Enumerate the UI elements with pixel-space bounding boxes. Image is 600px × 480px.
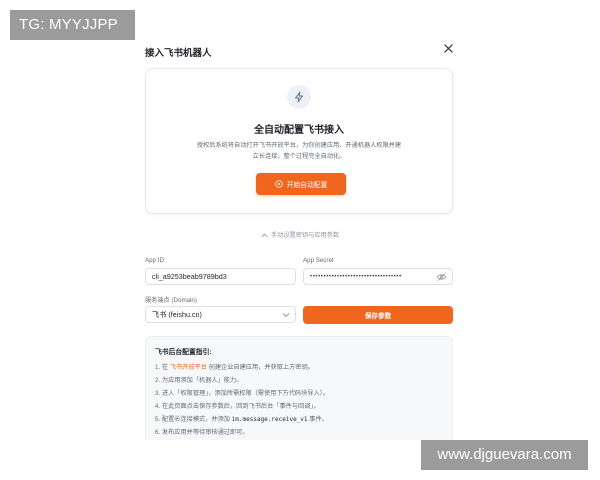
domain-select[interactable]: 飞书 (feishu.cn)	[145, 306, 296, 323]
guide-step-2: 2. 为应用添加「机器人」能力。	[155, 377, 243, 384]
guide-step-6: 6. 发布应用并等待审核通过即可。	[155, 429, 249, 436]
play-circle-icon	[274, 180, 283, 188]
auto-config-desc-line2: 立长连接，整个过程完全自动化。	[252, 153, 346, 160]
guide-step-3: 3. 进入「权限管理」，添加所需权限（需使用下方代码块导入）。	[155, 390, 329, 397]
connect-feishu-dialog: 接入飞书机器人 全自动配置飞书接入 授权后系统将自动打开飞书开放平台，为你创建应…	[140, 40, 460, 440]
auto-config-card: 全自动配置飞书接入 授权后系统将自动打开飞书开放平台，为你创建应用、开通机器人权…	[145, 68, 453, 214]
app-id-label: App ID	[145, 257, 164, 264]
auto-config-title: 全自动配置飞书接入	[254, 125, 344, 136]
start-auto-config-button[interactable]: 开始自动配置	[256, 173, 346, 195]
feishu-open-platform-link[interactable]: 飞书开放平台	[170, 364, 207, 371]
guide-step-4: 4. 在此页面点击保存参数后，回到飞书后台「事件与回调」。	[155, 403, 320, 410]
guide-step-5: 5. 配置长连接模式，并添加 im.message.receive_v1 事件。	[155, 413, 444, 426]
watermark-top-left: TG: MYYJJPP	[10, 10, 135, 40]
guide-step-5-prefix: 5. 配置长连接模式，并添加	[155, 416, 232, 423]
feishu-setup-guide: 飞书后台配置指引: 1. 在 飞书开放平台 创建企业自建应用，并获取上方密钥。 …	[145, 336, 453, 440]
domain-select-value: 飞书 (feishu.cn)	[152, 309, 202, 319]
chevron-down-icon	[282, 313, 290, 318]
dialog-title: 接入飞书机器人	[145, 48, 212, 59]
auto-config-description: 授权后系统将自动打开飞书开放平台，为你创建应用、开通机器人权限并建 立长连接，整…	[186, 140, 412, 162]
manual-settings-toggle[interactable]: 手动设置密钥与应用参数	[140, 230, 460, 239]
app-secret-value: ••••••••••••••••••••••••••••••••••	[310, 273, 402, 280]
manual-settings-label: 手动设置密钥与应用参数	[270, 232, 340, 239]
guide-step-1: 1. 在 飞书开放平台 创建企业自建应用，并获取上方密钥。	[155, 361, 444, 374]
event-name-code: im.message.receive_v1	[231, 416, 308, 423]
auto-config-desc-line1: 授权后系统将自动打开飞书开放平台，为你创建应用、开通机器人权限并建	[196, 142, 402, 149]
app-id-input[interactable]: cli_a9253beab9789bd3	[145, 268, 296, 285]
guide-step-1-suffix: 创建企业自建应用，并获取上方密钥。	[206, 364, 314, 371]
guide-step-5-suffix: 事件。	[307, 416, 328, 423]
eye-off-icon[interactable]	[436, 272, 447, 282]
start-auto-config-label: 开始自动配置	[286, 182, 328, 189]
lightning-icon	[287, 85, 311, 109]
app-secret-label: App Secret	[303, 257, 334, 264]
guide-steps: 1. 在 飞书开放平台 创建企业自建应用，并获取上方密钥。 2. 为应用添加「机…	[155, 361, 444, 439]
guide-step-1-prefix: 1. 在	[155, 364, 170, 371]
watermark-bottom-right: www.djguevara.com	[421, 440, 588, 470]
domain-label: 服务端点 (Domain)	[145, 297, 197, 304]
close-icon[interactable]	[440, 40, 456, 56]
save-params-button[interactable]: 保存参数	[303, 306, 453, 324]
chevron-up-icon	[261, 233, 268, 237]
guide-title: 飞书后台配置指引:	[155, 349, 212, 356]
app-secret-input[interactable]: ••••••••••••••••••••••••••••••••••	[303, 268, 453, 285]
